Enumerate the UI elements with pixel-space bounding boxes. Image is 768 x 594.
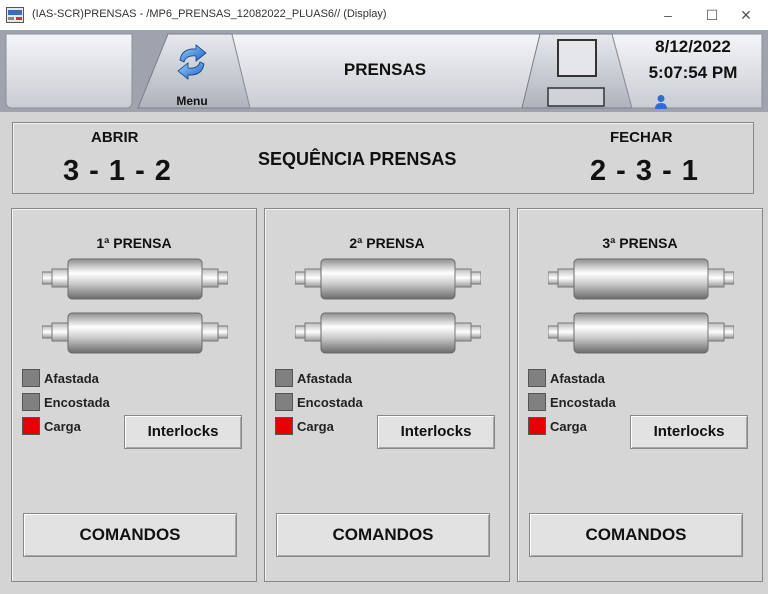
menu-button[interactable]: Menu: [140, 36, 244, 112]
status-indicator: [22, 393, 40, 411]
press-panel-2: 2ª PRENSA Afastada Encostada Carga Inter…: [264, 208, 510, 582]
menu-label: Menu: [176, 94, 208, 108]
status-afastada: Afastada: [275, 369, 352, 387]
interlocks-button[interactable]: Interlocks: [377, 415, 495, 449]
status-carga: Carga: [275, 417, 334, 435]
open-sequence-label: ABRIR: [91, 129, 139, 146]
status-label: Carga: [44, 418, 81, 434]
status-indicator: [528, 417, 546, 435]
press-title: 2ª PRENSA: [349, 235, 425, 251]
status-label: Carga: [550, 418, 587, 434]
date-display: 8/12/2022: [655, 37, 731, 56]
status-label: Encostada: [550, 394, 616, 410]
status-indicator: [528, 393, 546, 411]
status-label: Encostada: [44, 394, 110, 410]
status-encostada: Encostada: [528, 393, 616, 411]
window-title-bar: (IAS-SCR)PRENSAS - /MP6_PRENSAS_12082022…: [0, 0, 768, 31]
refresh-arrows-icon: [177, 44, 207, 80]
close-button[interactable]: ✕: [724, 0, 768, 30]
status-indicator: [275, 369, 293, 387]
square-icon: [547, 39, 605, 107]
press-rolls-graphic: [42, 258, 228, 354]
open-sequence-value: 3 - 1 - 2: [63, 155, 172, 187]
status-indicator: [22, 417, 40, 435]
app-icon: [6, 7, 24, 23]
comandos-button[interactable]: COMANDOS: [276, 513, 490, 557]
minimize-button[interactable]: –: [646, 0, 690, 30]
close-sequence-label: FECHAR: [610, 129, 673, 146]
status-encostada: Encostada: [22, 393, 110, 411]
window-title: (IAS-SCR)PRENSAS - /MP6_PRENSAS_12082022…: [32, 8, 387, 20]
status-afastada: Afastada: [528, 369, 605, 387]
status-label: Afastada: [550, 370, 605, 386]
status-carga: Carga: [22, 417, 81, 435]
status-indicator: [528, 369, 546, 387]
sequence-panel: ABRIR 3 - 1 - 2 SEQUÊNCIA PRENSAS FECHAR…: [12, 122, 754, 194]
press-panel-1: 1ª PRENSA Afastada Encostada Carga Inter…: [11, 208, 257, 582]
status-indicator: [275, 393, 293, 411]
status-carga: Carga: [528, 417, 587, 435]
status-afastada: Afastada: [22, 369, 99, 387]
interlocks-button[interactable]: Interlocks: [124, 415, 242, 449]
press-title: 1ª PRENSA: [96, 235, 172, 251]
screen-select-button[interactable]: [534, 34, 628, 112]
status-label: Afastada: [297, 370, 352, 386]
page-title: PRENSAS: [343, 60, 427, 79]
user-icon[interactable]: [654, 94, 668, 110]
press-rolls-graphic: [548, 258, 734, 354]
status-indicator: [22, 369, 40, 387]
status-encostada: Encostada: [275, 393, 363, 411]
status-label: Encostada: [297, 394, 363, 410]
press-title: 3ª PRENSA: [602, 235, 678, 251]
time-display: 5:07:54 PM: [648, 63, 738, 82]
status-indicator: [275, 417, 293, 435]
sequence-title: SEQUÊNCIA PRENSAS: [258, 149, 457, 169]
press-rolls-graphic: [295, 258, 481, 354]
comandos-button[interactable]: COMANDOS: [529, 513, 743, 557]
status-label: Afastada: [44, 370, 99, 386]
comandos-button[interactable]: COMANDOS: [23, 513, 237, 557]
interlocks-button[interactable]: Interlocks: [630, 415, 748, 449]
press-panel-3: 3ª PRENSA Afastada Encostada Carga Inter…: [517, 208, 763, 582]
close-sequence-value: 2 - 3 - 1: [590, 155, 699, 187]
status-label: Carga: [297, 418, 334, 434]
